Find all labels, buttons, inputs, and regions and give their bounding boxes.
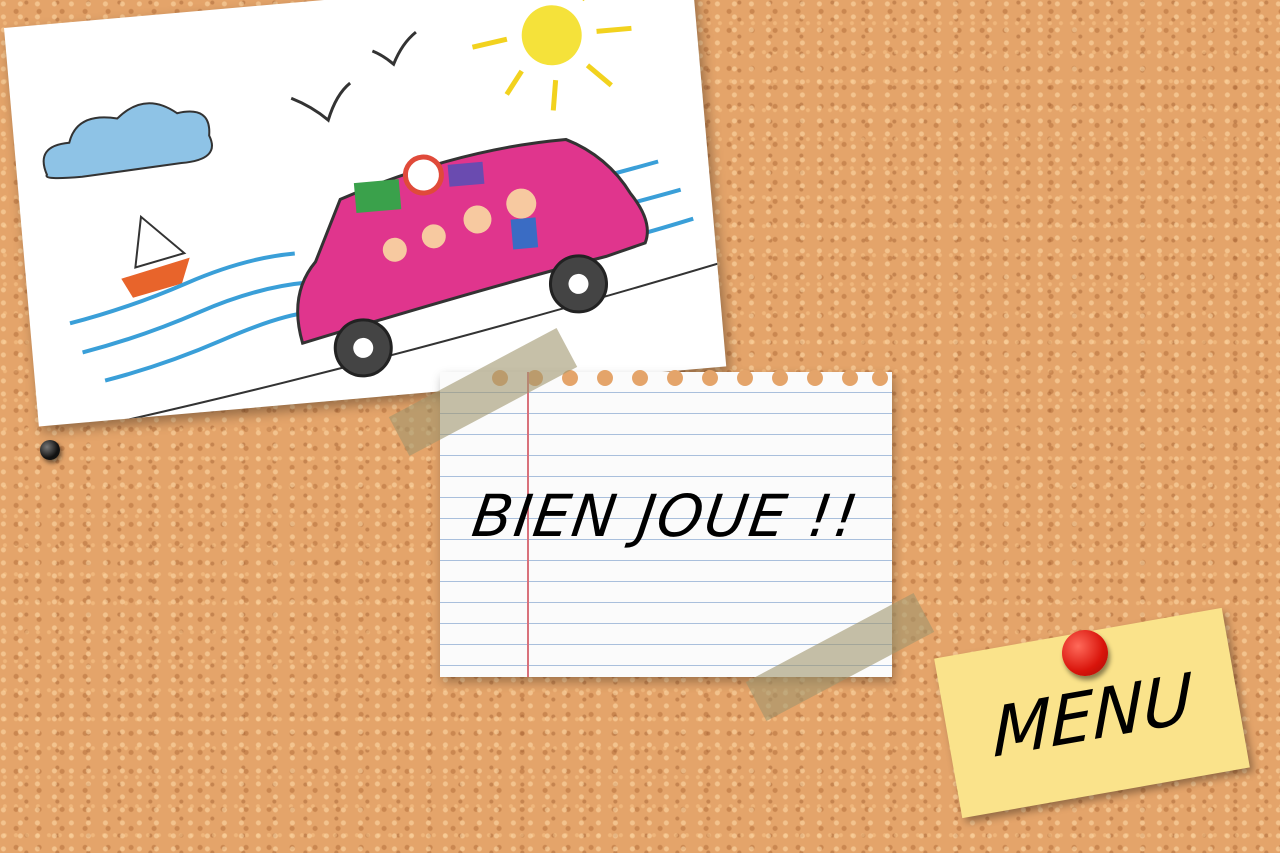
black-pushpin-icon [40,440,60,460]
child-drawing-image [4,0,727,427]
bien-joue-message: BIEN JOUE !! [468,482,864,550]
lined-paper-note: BIEN JOUE !! [440,370,892,677]
red-pushpin-icon [1062,630,1108,676]
